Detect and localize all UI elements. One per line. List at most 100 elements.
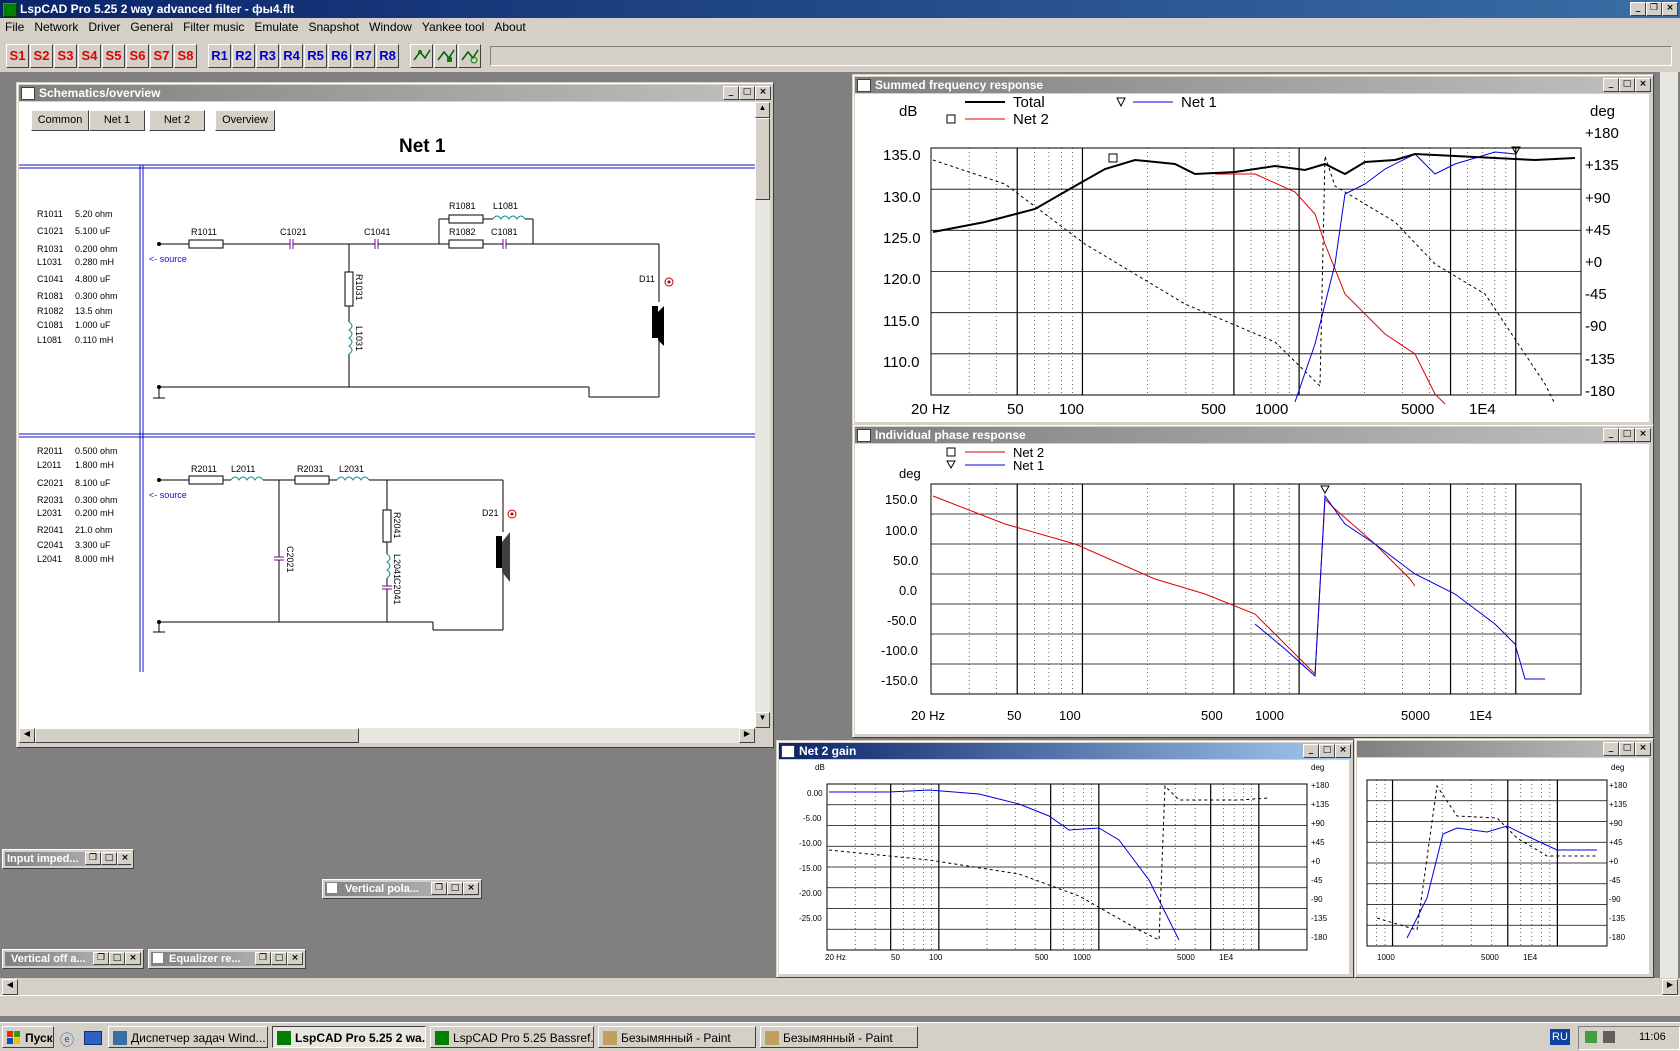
menu-emulate[interactable]: Emulate xyxy=(249,18,303,36)
net2-gain-window[interactable]: Net 2 gain _ □ × dB deg 0.00 -5.00 -10.0… xyxy=(776,740,1354,978)
maximize-icon[interactable]: □ xyxy=(1619,78,1635,92)
close-icon[interactable]: × xyxy=(1635,428,1651,442)
desktop-icon[interactable] xyxy=(84,1031,102,1045)
menu-network[interactable]: Network xyxy=(29,18,83,36)
close-icon[interactable]: × xyxy=(1335,744,1351,758)
recall-r4-button[interactable]: R4 xyxy=(280,44,303,68)
restore-icon[interactable]: ❐ xyxy=(85,852,101,865)
minimize-icon[interactable]: _ xyxy=(1630,2,1646,16)
minimize-icon[interactable]: _ xyxy=(1603,742,1619,756)
menu-filter-music[interactable]: Filter music xyxy=(178,18,249,36)
maximize-icon[interactable]: □ xyxy=(271,952,287,965)
close-icon[interactable]: × xyxy=(755,86,771,100)
maximize-icon[interactable]: □ xyxy=(101,852,117,865)
recall-r8-button[interactable]: R8 xyxy=(376,44,399,68)
menu-snapshot[interactable]: Snapshot xyxy=(303,18,364,36)
phase-title-bar[interactable]: Individual phase response _ □ × xyxy=(855,427,1651,443)
recall-r6-button[interactable]: R6 xyxy=(328,44,351,68)
schematics-window[interactable]: Schematics/overview _ □ × Common Net 1 N… xyxy=(16,82,774,748)
close-icon[interactable]: × xyxy=(1662,2,1678,16)
filter-tool-2-icon[interactable] xyxy=(434,44,457,68)
start-button[interactable]: Пуск xyxy=(2,1026,54,1048)
recall-r1-button[interactable]: R1 xyxy=(208,44,231,68)
app-icon[interactable] xyxy=(3,3,17,17)
snapshot-s3-button[interactable]: S3 xyxy=(54,44,77,68)
minimize-icon[interactable]: _ xyxy=(1603,78,1619,92)
schematics-title-bar[interactable]: Schematics/overview _ □ × xyxy=(19,85,771,101)
task-lspcad-bassreflex[interactable]: LspCAD Pro 5.25 Bassref... xyxy=(430,1026,594,1048)
filter-tool-3-icon[interactable] xyxy=(458,44,481,68)
snapshot-s4-button[interactable]: S4 xyxy=(78,44,101,68)
schematics-vscrollbar[interactable]: ▲ ▼ xyxy=(755,102,770,728)
x-tick: 1000 xyxy=(1255,708,1284,723)
close-icon[interactable]: × xyxy=(1635,742,1651,756)
tray-network-icon[interactable] xyxy=(1603,1031,1615,1043)
recall-r2-button[interactable]: R2 xyxy=(232,44,255,68)
restore-icon[interactable]: ❐ xyxy=(93,952,109,965)
mdi-vscrollbar[interactable] xyxy=(1660,72,1678,978)
menu-driver[interactable]: Driver xyxy=(83,18,125,36)
task-paint-2[interactable]: Безымянный - Paint xyxy=(760,1026,918,1048)
maximize-icon[interactable]: □ xyxy=(1619,428,1635,442)
recall-r3-button[interactable]: R3 xyxy=(256,44,279,68)
snapshot-s2-button[interactable]: S2 xyxy=(30,44,53,68)
task-paint-1[interactable]: Безымянный - Paint xyxy=(598,1026,756,1048)
maximize-icon[interactable]: □ xyxy=(1619,742,1635,756)
close-icon[interactable]: × xyxy=(117,852,131,865)
scroll-thumb[interactable] xyxy=(35,728,359,743)
minimize-icon[interactable]: _ xyxy=(723,86,739,100)
y2-tick: -180 xyxy=(1585,383,1615,400)
minimized-vertical-off-axis[interactable]: Vertical off a... ❐ □ × xyxy=(2,949,144,969)
x-tick: 1E4 xyxy=(1469,401,1496,418)
minimized-input-impedance[interactable]: Input imped... ❐ □ × xyxy=(2,849,134,869)
menu-file[interactable]: File xyxy=(0,18,29,36)
close-icon[interactable]: × xyxy=(1635,78,1651,92)
task-task-manager[interactable]: Диспетчер задач Wind... xyxy=(108,1026,268,1048)
maximize-icon[interactable]: □ xyxy=(109,952,125,965)
maximize-icon[interactable]: □ xyxy=(739,86,755,100)
recall-r7-button[interactable]: R7 xyxy=(352,44,375,68)
menu-general[interactable]: General xyxy=(125,18,178,36)
scroll-right-icon[interactable]: ▶ xyxy=(739,728,755,743)
menu-yankee-tool[interactable]: Yankee tool xyxy=(417,18,490,36)
language-indicator[interactable]: RU xyxy=(1550,1029,1570,1045)
restore-icon[interactable]: ❐ xyxy=(431,882,447,895)
mdi-hscrollbar[interactable]: ◀ ▶ xyxy=(0,978,1680,995)
snapshot-s5-button[interactable]: S5 xyxy=(102,44,125,68)
restore-icon[interactable]: ❐ xyxy=(255,952,271,965)
minimized-equalizer-response[interactable]: Equalizer re... ❐ □ × xyxy=(148,949,306,969)
minimized-vertical-polar[interactable]: Vertical pola... ❐ □ × xyxy=(322,879,482,899)
close-icon[interactable]: × xyxy=(287,952,303,965)
close-icon[interactable]: × xyxy=(463,882,479,895)
menu-window[interactable]: Window xyxy=(364,18,417,36)
net2-gain-title-bar[interactable]: Net 2 gain _ □ × xyxy=(779,743,1351,759)
restore-icon[interactable]: ❐ xyxy=(1646,2,1662,16)
snapshot-s1-button[interactable]: S1 xyxy=(6,44,29,68)
scroll-right-icon[interactable]: ▶ xyxy=(1662,979,1678,995)
scroll-thumb[interactable] xyxy=(755,118,770,200)
tray-app-icon[interactable] xyxy=(1585,1031,1597,1043)
recall-r5-button[interactable]: R5 xyxy=(304,44,327,68)
net1-gain-title-bar[interactable]: _ □ × xyxy=(1357,741,1651,757)
scroll-down-icon[interactable]: ▼ xyxy=(755,712,770,728)
minimize-icon[interactable]: _ xyxy=(1603,428,1619,442)
scroll-left-icon[interactable]: ◀ xyxy=(2,979,18,995)
snapshot-s6-button[interactable]: S6 xyxy=(126,44,149,68)
snapshot-s8-button[interactable]: S8 xyxy=(174,44,197,68)
maximize-icon[interactable]: □ xyxy=(1319,744,1335,758)
summed-response-window[interactable]: Summed frequency response _ □ × dB deg T… xyxy=(852,74,1654,426)
maximize-icon[interactable]: □ xyxy=(447,882,463,895)
filter-tool-1-icon[interactable] xyxy=(410,44,433,68)
summed-title-bar[interactable]: Summed frequency response _ □ × xyxy=(855,77,1651,93)
scroll-left-icon[interactable]: ◀ xyxy=(19,728,35,743)
phase-response-window[interactable]: Individual phase response _ □ × deg Net … xyxy=(852,424,1654,738)
menu-about[interactable]: About xyxy=(489,18,530,36)
scroll-up-icon[interactable]: ▲ xyxy=(755,102,770,118)
net1-gain-window[interactable]: _ □ × deg +180 +135 +90 +45 +0 -45 -90 -… xyxy=(1354,738,1654,978)
ie-icon[interactable]: ⓔ xyxy=(60,1030,74,1050)
schematics-hscrollbar[interactable]: ◀ ▶ xyxy=(19,728,755,743)
snapshot-s7-button[interactable]: S7 xyxy=(150,44,173,68)
task-lspcad-2way[interactable]: LspCAD Pro 5.25 2 wa... xyxy=(272,1026,426,1048)
close-icon[interactable]: × xyxy=(125,952,141,965)
minimize-icon[interactable]: _ xyxy=(1303,744,1319,758)
